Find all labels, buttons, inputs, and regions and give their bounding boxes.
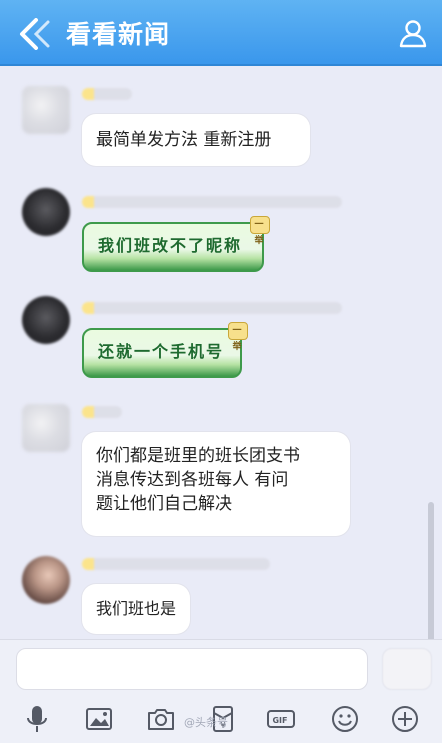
top-bar: 看看新闻 (0, 0, 442, 66)
microphone-icon[interactable] (22, 704, 52, 734)
back-chevron-icon[interactable] (14, 18, 54, 50)
message-input[interactable] (16, 648, 368, 690)
avatar[interactable] (22, 86, 70, 134)
chat-area[interactable]: 最简单发方法 重新注册 我们班改不了昵称 一举 还就一个手机号 一举 你们都是班… (0, 66, 442, 712)
person-icon[interactable] (398, 18, 428, 48)
nickname-blurred (82, 302, 342, 314)
sticker-text: 我们班改不了昵称 (98, 236, 243, 255)
sticker-badge: 一举 (250, 216, 270, 246)
nickname-blurred (82, 88, 132, 100)
image-icon[interactable] (84, 704, 114, 734)
emoji-icon[interactable] (330, 704, 360, 734)
input-area: ¥ GIF @头条号 (0, 639, 442, 743)
input-side-button[interactable] (382, 648, 432, 690)
avatar[interactable] (22, 556, 70, 604)
plus-icon[interactable] (390, 704, 420, 734)
gif-icon[interactable]: GIF (266, 704, 296, 734)
nickname-blurred (82, 196, 342, 208)
toolbar: ¥ GIF @头条号 (0, 698, 442, 743)
sticker-badge: 一举 (228, 322, 248, 352)
avatar[interactable] (22, 296, 70, 344)
message-bubble[interactable]: 最简单发方法 重新注册 (82, 114, 310, 166)
sticker-message[interactable]: 我们班改不了昵称 一举 (82, 216, 270, 272)
svg-text:GIF: GIF (272, 716, 287, 725)
page-title: 看看新闻 (66, 20, 171, 49)
watermark: @头条号 (184, 716, 228, 729)
message-text: 我们班也是 (96, 599, 177, 618)
camera-icon[interactable] (146, 704, 176, 734)
nickname-blurred (82, 558, 270, 570)
message-bubble[interactable]: 你们都是班里的班长团支书 消息传达到各班每人 有问 题让他们自己解决 (82, 432, 350, 536)
avatar[interactable] (22, 188, 70, 236)
avatar[interactable] (22, 404, 70, 452)
message-text: 你们都是班里的班长团支书 消息传达到各班每人 有问 题让他们自己解决 (96, 446, 300, 514)
sticker-text: 还就一个手机号 (98, 342, 225, 361)
message-text: 最简单发方法 重新注册 (96, 130, 272, 150)
nickname-blurred (82, 406, 122, 418)
message-bubble[interactable]: 我们班也是 (82, 584, 190, 634)
sticker-message[interactable]: 还就一个手机号 一举 (82, 322, 248, 378)
